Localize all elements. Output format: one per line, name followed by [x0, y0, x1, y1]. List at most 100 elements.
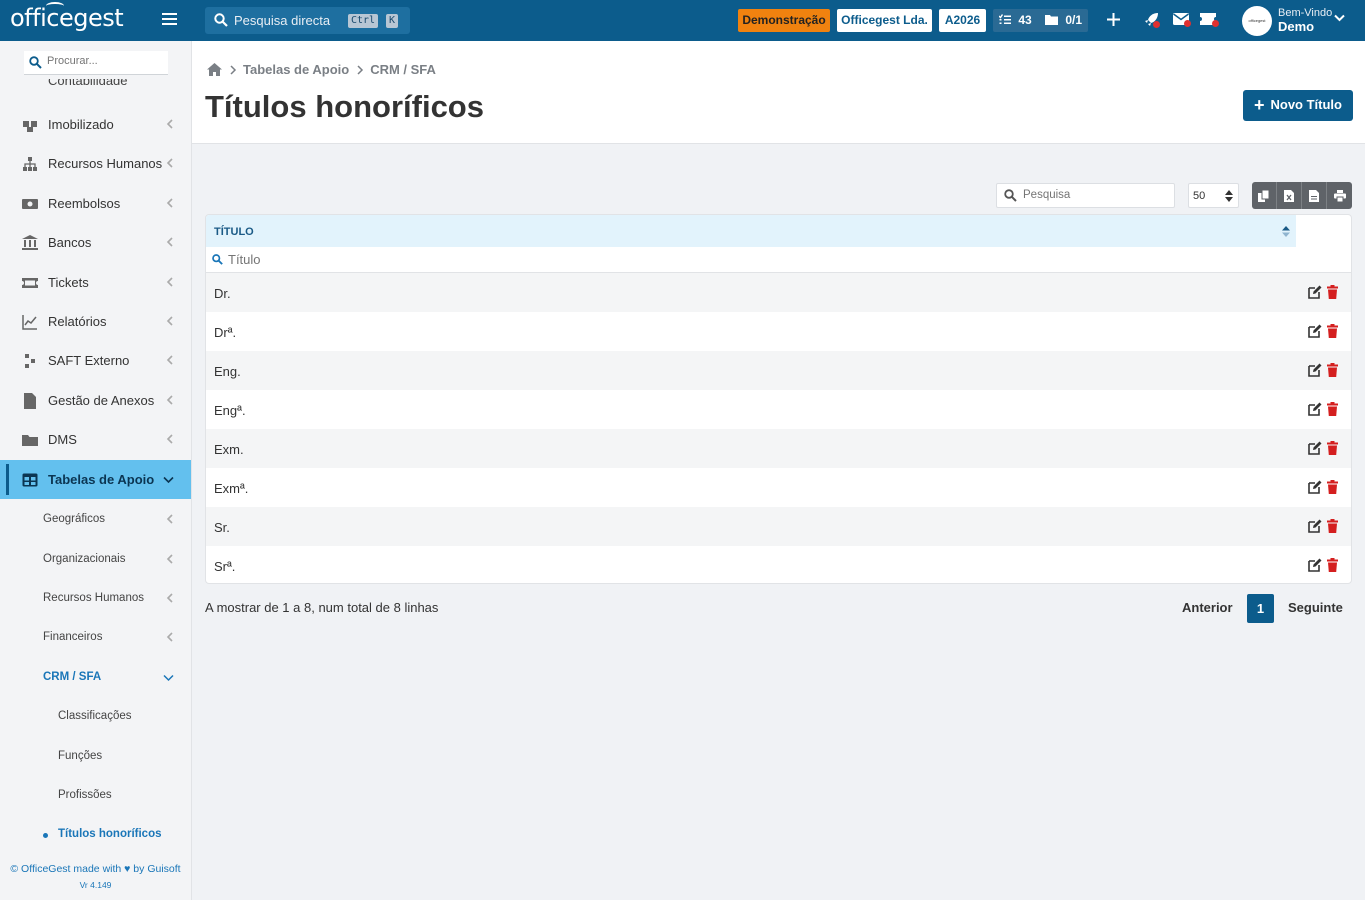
trash-icon[interactable] [1327, 363, 1338, 377]
chevron-left-icon [166, 316, 173, 326]
new-title-label: Novo Título [1270, 97, 1343, 112]
sidebar-item-relatorios[interactable]: Relatórios [0, 302, 191, 341]
edit-icon[interactable] [1308, 480, 1322, 494]
table-row[interactable]: Engª. [206, 390, 1351, 429]
table-row[interactable]: Dr. [206, 273, 1351, 312]
tasks-counter[interactable]: 43 [998, 9, 1032, 32]
previous-page-button[interactable]: Anterior [1182, 600, 1233, 615]
table-search-input[interactable] [1023, 189, 1163, 201]
column-header-titulo[interactable]: TÍTULO [206, 215, 1296, 247]
file-icon [24, 393, 36, 409]
sidebar-search-input[interactable] [47, 55, 162, 67]
column-filter[interactable] [206, 247, 1351, 273]
edit-icon[interactable] [1308, 519, 1322, 533]
breadcrumb-tabelas-de-apoio[interactable]: Tabelas de Apoio [243, 62, 349, 77]
new-title-button[interactable]: + Novo Título [1243, 90, 1353, 121]
demo-badge[interactable]: Demonstração [738, 9, 830, 32]
sidebar-item-label: Tickets [48, 275, 89, 290]
edit-icon[interactable] [1308, 324, 1322, 338]
logo-arc [46, 2, 64, 10]
edit-icon[interactable] [1308, 441, 1322, 455]
sidebar-item-tickets[interactable]: Tickets [0, 263, 191, 302]
copy-button[interactable] [1252, 182, 1277, 209]
search-icon [29, 56, 42, 69]
trash-icon[interactable] [1327, 402, 1338, 416]
sidebar-subitem-recursos-humanos[interactable]: Recursos Humanos [0, 579, 191, 618]
sidebar-crm-profissoes[interactable]: Profissões [0, 776, 191, 815]
sidebar-crm-label: Títulos honoríficos [58, 828, 162, 840]
sidebar-search[interactable] [24, 51, 168, 75]
tickets-button[interactable] [1200, 13, 1219, 28]
table-row[interactable]: Exmª. [206, 468, 1351, 507]
next-page-button[interactable]: Seguinte [1288, 600, 1343, 615]
avatar[interactable]: officegest [1242, 6, 1272, 36]
table-row[interactable]: Exm. [206, 429, 1351, 468]
active-indicator [6, 464, 9, 495]
title-cell: Engª. [214, 403, 246, 418]
global-search[interactable]: Pesquisa directa Ctrl K [205, 7, 410, 34]
sidebar-crm-classificacoes[interactable]: Classificações [0, 697, 191, 736]
sidebar-subitem-crm-sfa[interactable]: CRM / SFA [0, 658, 191, 697]
chevron-left-icon [166, 119, 173, 129]
plus-icon[interactable] [1107, 13, 1120, 26]
table-row[interactable]: Srª. [206, 546, 1351, 583]
sidebar-item-imobilizado[interactable]: Imobilizado [0, 105, 191, 144]
print-button[interactable] [1327, 182, 1352, 209]
notifications-button[interactable] [1144, 12, 1160, 30]
counters-badge[interactable]: 43 0/1 [993, 9, 1088, 32]
edit-icon[interactable] [1308, 285, 1322, 299]
sort-icon [1225, 190, 1233, 202]
trash-icon[interactable] [1327, 558, 1338, 572]
logo[interactable]: officegest [10, 2, 124, 32]
trash-icon[interactable] [1327, 480, 1338, 494]
sidebar-subitem-label: Organizacionais [43, 553, 126, 565]
chevron-down-icon[interactable] [1334, 14, 1345, 22]
table-row[interactable]: Eng. [206, 351, 1351, 390]
sidebar-crm-titulos-honorificos[interactable]: Títulos honoríficos [0, 815, 191, 854]
search-icon [212, 254, 223, 265]
sidebar: Contabilidade Imobilizado Recursos Human… [0, 41, 192, 900]
sidebar-subitem-organizacionais[interactable]: Organizacionais [0, 540, 191, 579]
chevron-left-icon [166, 277, 173, 287]
edit-icon[interactable] [1308, 402, 1322, 416]
docs-count: 0/1 [1065, 13, 1083, 27]
sidebar-item-saft-externo[interactable]: SAFT Externo [0, 341, 191, 380]
sidebar-item-reembolsos[interactable]: Reembolsos [0, 184, 191, 223]
table-row[interactable]: Sr. [206, 507, 1351, 546]
sidebar-subitem-geograficos[interactable]: Geográficos [0, 500, 191, 539]
edit-icon[interactable] [1308, 363, 1322, 377]
sidebar-crm-funcoes[interactable]: Funções [0, 737, 191, 776]
sidebar-item-bancos[interactable]: Bancos [0, 223, 191, 262]
table-row[interactable]: Drª. [206, 312, 1351, 351]
messages-button[interactable] [1173, 13, 1191, 28]
trash-icon[interactable] [1327, 441, 1338, 455]
edit-icon[interactable] [1308, 558, 1322, 572]
home-icon[interactable] [207, 63, 222, 76]
breadcrumb-crm-sfa[interactable]: CRM / SFA [370, 62, 436, 77]
sidebar-item-tabelas-de-apoio[interactable]: Tabelas de Apoio [0, 460, 191, 499]
sidebar-item-contabilidade[interactable]: Contabilidade [0, 79, 191, 93]
year-badge[interactable]: A2026 [939, 9, 986, 32]
menu-icon[interactable] [162, 13, 177, 26]
excel-button[interactable] [1277, 182, 1302, 209]
username[interactable]: Demo [1278, 19, 1314, 34]
trash-icon[interactable] [1327, 324, 1338, 338]
excel-icon [1284, 189, 1294, 202]
sidebar-item-dms[interactable]: DMS [0, 420, 191, 459]
pdf-button[interactable] [1302, 182, 1327, 209]
page-title: Títulos honoríficos [205, 89, 484, 124]
column-filter-input[interactable] [228, 252, 528, 267]
sidebar-footer: © OfficeGest made with ♥ by Guisoft Vr 4… [0, 863, 191, 890]
folder-icon [1045, 15, 1058, 25]
page-size-select[interactable]: 50 [1188, 183, 1239, 208]
trash-icon[interactable] [1327, 519, 1338, 533]
sidebar-item-label: Bancos [48, 235, 92, 250]
trash-icon[interactable] [1327, 285, 1338, 299]
sidebar-subitem-financeiros[interactable]: Financeiros [0, 618, 191, 657]
docs-counter[interactable]: 0/1 [1045, 9, 1082, 32]
sidebar-item-recursos-humanos[interactable]: Recursos Humanos [0, 144, 191, 183]
company-badge[interactable]: Officegest Lda. [837, 9, 932, 32]
sidebar-item-gestao-de-anexos[interactable]: Gestão de Anexos [0, 381, 191, 420]
table-search[interactable] [996, 183, 1175, 208]
page-1-button[interactable]: 1 [1247, 594, 1274, 623]
